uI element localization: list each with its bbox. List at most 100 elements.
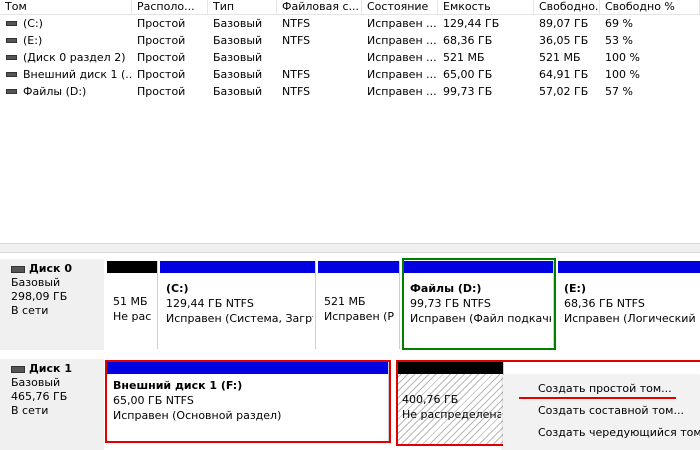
partition-bar [318, 261, 399, 273]
volume-layout: Простой [137, 17, 186, 30]
partition-c[interactable]: (C:) 129,44 ГБ NTFS Исправен (Система, З… [160, 261, 316, 349]
volume-status: Исправен ... [367, 34, 437, 47]
volume-free-percent: 53 % [605, 34, 633, 47]
pane-splitter[interactable] [0, 243, 700, 253]
partition-size: 99,73 ГБ NTFS [410, 297, 491, 310]
partition-status: Исправен (Основной раздел) [113, 409, 282, 422]
volume-type: Базовый [213, 17, 263, 30]
disk-state: В сети [11, 404, 49, 417]
volume-name: Внешний диск 1 (... [23, 68, 132, 81]
column-header-capacity[interactable]: Емкость [438, 0, 534, 14]
volume-type: Базовый [213, 51, 263, 64]
partition-status: Исправен (Р [324, 310, 395, 323]
volume-status: Исправен ... [367, 68, 437, 81]
volume-capacity: 129,44 ГБ [443, 17, 500, 30]
disk-icon [11, 265, 25, 273]
table-row[interactable]: Файлы (D:) Простой Базовый NTFS Исправен… [0, 83, 700, 100]
column-header-free-space[interactable]: Свободно... [534, 0, 600, 14]
highlight-underline [519, 397, 676, 399]
partition-size: 521 МБ [324, 295, 366, 308]
volume-list-header: Том Располо... Тип Файловая с... Состоян… [0, 0, 700, 15]
volume-capacity: 521 МБ [443, 51, 485, 64]
menu-item-create-spanned-volume[interactable]: Создать составной том... [538, 401, 684, 421]
volume-free-percent: 100 % [605, 51, 640, 64]
drive-icon [6, 72, 17, 77]
volume-filesystem: NTFS [282, 34, 311, 47]
partition-title: (C:) [166, 282, 189, 295]
volume-status: Исправен ... [367, 51, 437, 64]
partition-size: 51 МБ [113, 295, 148, 308]
volume-filesystem: NTFS [282, 17, 311, 30]
volume-name: (E:) [23, 34, 43, 47]
column-header-free-percent[interactable]: Свободно % [600, 0, 700, 14]
volume-free-space: 64,91 ГБ [539, 68, 589, 81]
disk-name: Диск 0 [29, 262, 72, 275]
volume-filesystem [277, 49, 362, 66]
volume-free-space: 36,05 ГБ [539, 34, 589, 47]
volume-layout: Простой [137, 34, 186, 47]
volume-type: Базовый [213, 34, 263, 47]
disk-0-label[interactable]: Диск 0 Базовый 298,09 ГБ В сети [0, 259, 104, 350]
volume-free-space: 57,02 ГБ [539, 85, 589, 98]
volume-free-percent: 69 % [605, 17, 633, 30]
column-header-volume[interactable]: Том [0, 0, 132, 14]
partition-e[interactable]: (E:) 68,36 ГБ NTFS Исправен (Логический … [558, 261, 700, 349]
partition-unallocated[interactable]: 400,76 ГБ Не распределена [398, 362, 504, 444]
disk-size: 465,76 ГБ [11, 390, 68, 403]
table-row[interactable]: (E:) Простой Базовый NTFS Исправен ... 6… [0, 32, 700, 49]
volume-filesystem: NTFS [282, 85, 311, 98]
volume-layout: Простой [137, 51, 186, 64]
partition-status: Исправен (Система, Загру [166, 312, 313, 325]
menu-item-create-striped-volume[interactable]: Создать чередующийся том... [538, 423, 700, 443]
menu-item-create-simple-volume[interactable]: Создать простой том... [538, 379, 672, 399]
volume-status: Исправен ... [367, 85, 437, 98]
volume-filesystem: NTFS [282, 68, 311, 81]
drive-icon [6, 55, 17, 60]
table-row[interactable]: Внешний диск 1 (... Простой Базовый NTFS… [0, 66, 700, 83]
partition-size: 68,36 ГБ NTFS [564, 297, 645, 310]
disk-type: Базовый [11, 376, 61, 389]
partition-bar [398, 362, 503, 374]
partition-title: Файлы (D:) [410, 282, 482, 295]
volume-layout: Простой [137, 68, 186, 81]
partition-bar [558, 261, 700, 273]
volume-free-space: 89,07 ГБ [539, 17, 589, 30]
volume-type: Базовый [213, 85, 263, 98]
disk-size: 298,09 ГБ [11, 290, 68, 303]
column-header-filesystem[interactable]: Файловая с... [277, 0, 362, 14]
volume-capacity: 65,00 ГБ [443, 68, 493, 81]
partition-size: 400,76 ГБ [402, 393, 459, 406]
disk-icon [11, 365, 25, 373]
table-row[interactable]: (C:) Простой Базовый NTFS Исправен ... 1… [0, 15, 700, 32]
partition-status: Исправен (Логический д [564, 312, 698, 325]
partition-disk0-unallocated[interactable]: 51 МБ Не рас [107, 261, 158, 349]
partition-status: Не рас [113, 310, 152, 323]
volume-capacity: 99,73 ГБ [443, 85, 493, 98]
column-header-type[interactable]: Тип [208, 0, 277, 14]
volume-layout: Простой [137, 85, 186, 98]
volume-free-percent: 100 % [605, 68, 640, 81]
volume-name: (Диск 0 раздел 2) [23, 51, 126, 64]
partition-size: 65,00 ГБ NTFS [113, 394, 194, 407]
partition-disk0-part2[interactable]: 521 МБ Исправен (Р [318, 261, 400, 349]
disk-name: Диск 1 [29, 362, 72, 375]
volume-name: Файлы (D:) [23, 85, 87, 98]
partition-bar [107, 362, 388, 374]
column-header-status[interactable]: Состояние [362, 0, 438, 14]
disk-1-label[interactable]: Диск 1 Базовый 465,76 ГБ В сети [0, 359, 104, 450]
context-menu: Создать простой том... Создать составной… [503, 375, 700, 450]
volume-name: (C:) [23, 17, 43, 30]
drive-icon [6, 89, 17, 94]
partition-status: Не распределена [402, 408, 501, 421]
partition-bar [404, 261, 553, 273]
partition-title: Внешний диск 1 (F:) [113, 379, 243, 392]
partition-d[interactable]: Файлы (D:) 99,73 ГБ NTFS Исправен (Файл … [404, 261, 554, 347]
column-header-layout[interactable]: Располо... [132, 0, 208, 14]
drive-icon [6, 21, 17, 26]
volume-free-space: 521 МБ [539, 51, 581, 64]
table-row[interactable]: (Диск 0 раздел 2) Простой Базовый Исправ… [0, 49, 700, 66]
volume-status: Исправен ... [367, 17, 437, 30]
partition-bar [107, 261, 157, 273]
partition-f[interactable]: Внешний диск 1 (F:) 65,00 ГБ NTFS Исправ… [107, 362, 389, 442]
partition-status: Исправен (Файл подкачк [410, 312, 551, 325]
